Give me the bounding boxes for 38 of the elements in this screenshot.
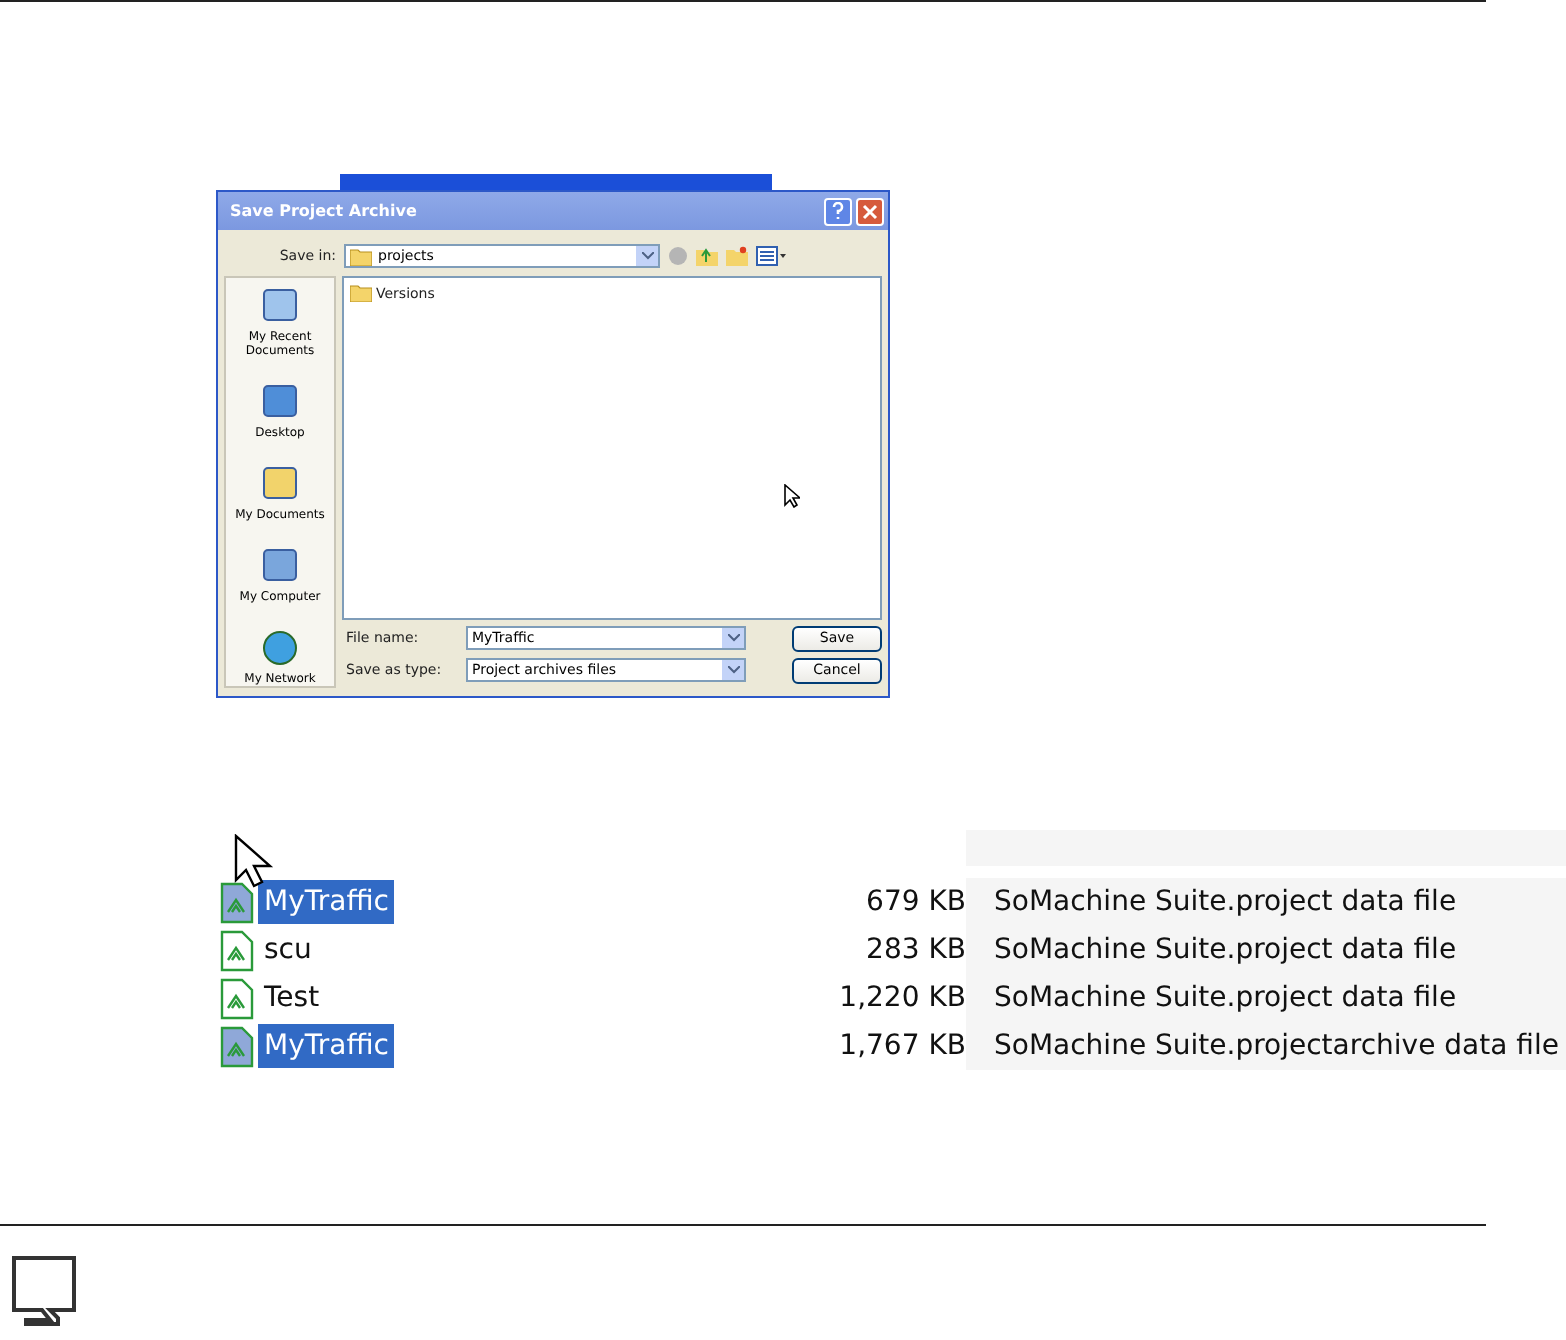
file-size: 1,767 KB (837, 1030, 966, 1062)
help-button[interactable] (824, 197, 852, 225)
question-icon (832, 202, 844, 220)
file-name: Test (262, 980, 322, 1018)
computer-icon (260, 545, 300, 586)
new-folder-icon[interactable] (726, 246, 748, 266)
file-size: 1,220 KB (837, 982, 966, 1014)
file-row[interactable]: MyTraffic (220, 878, 800, 926)
recent-documents-icon (260, 286, 300, 326)
dialog-title: Save Project Archive (230, 202, 419, 220)
file-name: MyTraffic (258, 880, 395, 924)
close-button[interactable] (856, 197, 884, 225)
desktop-icon (260, 382, 300, 423)
file-row[interactable]: scu (220, 926, 800, 974)
file-icon (220, 929, 254, 971)
close-icon (862, 203, 878, 219)
file-name: scu (262, 932, 314, 970)
folder-icon (350, 247, 372, 265)
up-folder-icon[interactable] (696, 246, 718, 266)
file-type: SoMachine Suite.projectarchive data file (966, 1022, 1566, 1070)
file-icon (220, 977, 254, 1019)
file-size: 679 KB (864, 886, 966, 918)
mouse-cursor-icon (234, 834, 274, 890)
folder-icon (350, 284, 372, 302)
mouse-cursor-icon (784, 484, 800, 508)
file-icon (220, 1025, 254, 1067)
file-type: SoMachine Suite.project data file (966, 974, 1566, 1022)
view-menu-icon[interactable] (756, 246, 786, 266)
monitor-icon (10, 1256, 76, 1328)
file-icon (220, 881, 254, 923)
file-type: SoMachine Suite.project data file (966, 878, 1566, 926)
file-type: SoMachine Suite.project data file (966, 926, 1566, 974)
file-row[interactable]: Test (220, 974, 800, 1022)
network-globe-icon (260, 627, 300, 668)
file-row[interactable]: MyTraffic (220, 1022, 800, 1070)
documents-folder-icon (260, 464, 300, 504)
file-name: MyTraffic (258, 1024, 395, 1068)
file-size: 283 KB (864, 934, 966, 966)
